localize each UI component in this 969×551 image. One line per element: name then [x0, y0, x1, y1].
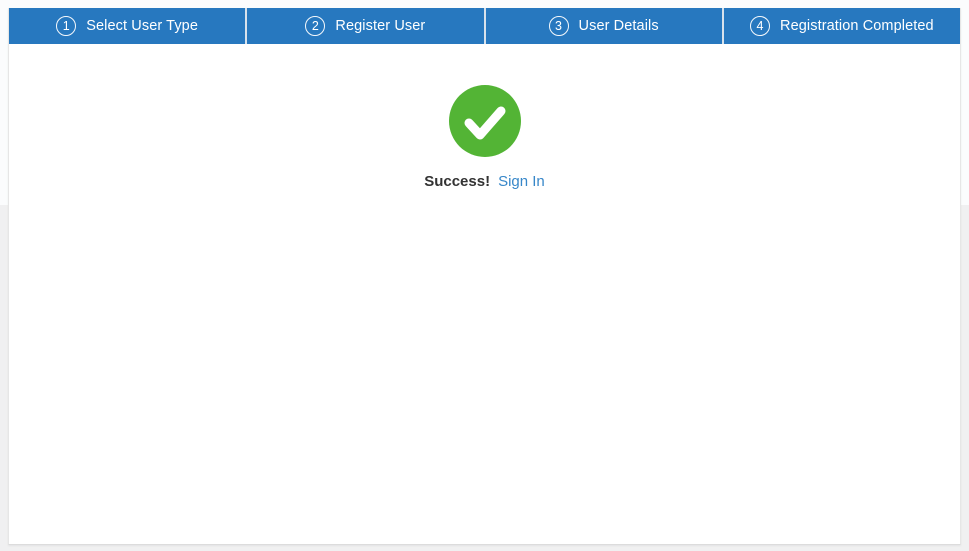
- registration-wizard-panel: 1 Select User Type 2 Register User 3 Use…: [8, 8, 961, 545]
- step-2-label: Register User: [335, 18, 425, 34]
- result-message-row: Success! Sign In: [424, 173, 545, 190]
- step-registration-completed[interactable]: 4 Registration Completed: [724, 8, 960, 44]
- success-text: Success!: [424, 173, 490, 190]
- step-2-number-badge: 2: [305, 16, 325, 36]
- step-user-details[interactable]: 3 User Details: [486, 8, 722, 44]
- step-3-number-badge: 3: [549, 16, 569, 36]
- step-3-label: User Details: [579, 18, 659, 34]
- wizard-content-area: Success! Sign In: [9, 44, 960, 190]
- step-select-user-type[interactable]: 1 Select User Type: [9, 8, 245, 44]
- wizard-steps-header: 1 Select User Type 2 Register User 3 Use…: [9, 8, 960, 44]
- step-4-number-badge: 4: [750, 16, 770, 36]
- step-4-label: Registration Completed: [780, 18, 934, 34]
- step-register-user[interactable]: 2 Register User: [247, 8, 483, 44]
- step-1-label: Select User Type: [86, 18, 198, 34]
- sign-in-link[interactable]: Sign In: [498, 173, 545, 190]
- step-1-number-badge: 1: [56, 16, 76, 36]
- success-checkmark-icon: [449, 85, 521, 157]
